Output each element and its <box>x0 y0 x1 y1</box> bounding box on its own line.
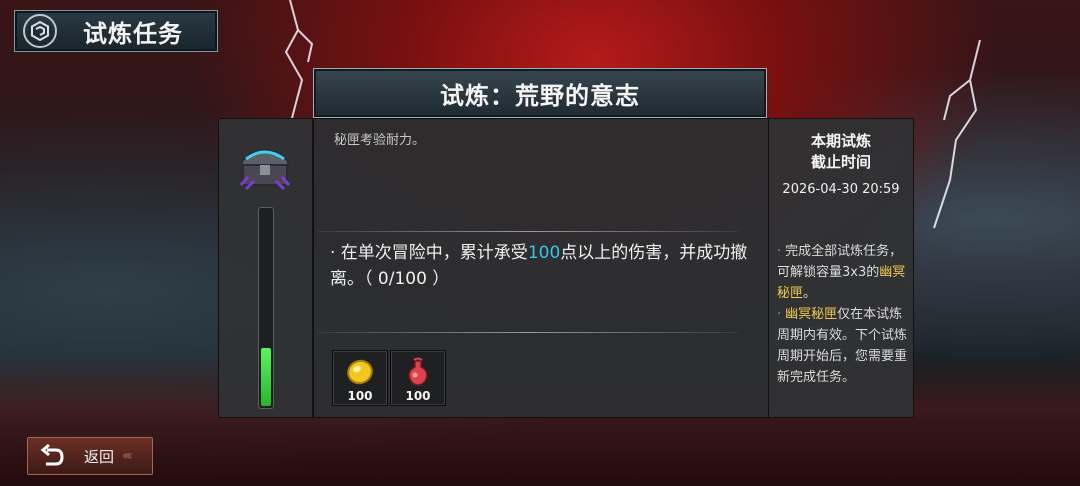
chest-progress-meter <box>258 207 274 409</box>
task-text: · 在单次冒险中，累计承受100点以上的伤害，并成功撤离。（ 0/100 ） <box>330 240 750 292</box>
task-prefix: · 在单次冒险中，累计承受 <box>330 243 528 263</box>
back-button-label: 返回 <box>84 447 115 466</box>
page-title-plate: 试炼任务 <box>14 10 218 52</box>
deadline-title-line1: 本期试炼 <box>810 132 871 150</box>
deadline-notes: · 完成全部试炼任务，可解锁容量3x3的幽冥秘匣。 · 幽冥秘匣仅在本试炼周期内有效… <box>777 241 909 388</box>
deadline-panel: 本期试炼 截止时间 2026-04-30 20:59 · 完成全部试炼任务，可解锁… <box>768 118 914 418</box>
back-button[interactable]: 返回 ‹‹‹ <box>27 437 153 475</box>
red-potion-icon <box>408 357 428 386</box>
chevron-left-icon: ‹‹‹ <box>122 448 133 464</box>
chest-progress-fill <box>261 348 271 406</box>
gold-coin-icon <box>347 359 373 385</box>
note-text-after: 。 <box>803 286 817 301</box>
trial-description: 秘匣考验耐力。 <box>334 133 426 148</box>
reward-slot-gold[interactable]: 100 <box>332 350 388 406</box>
task-progress: （ 0/100 ） <box>364 269 450 289</box>
reward-amount: 100 <box>347 389 373 403</box>
task-damage-value: 100 <box>527 243 561 263</box>
deadline-time: 2026-04-30 20:59 <box>782 182 900 197</box>
divider-top <box>318 231 738 232</box>
reward-amount: 100 <box>405 389 431 403</box>
note-item: · 完成全部试炼任务，可解锁容量3x3的幽冥秘匣。 <box>777 241 909 304</box>
trial-detail-panel: 秘匣考验耐力。 · 在单次冒险中，累计承受100点以上的伤害，并成功撤离。（ 0… <box>313 118 769 418</box>
deadline-title-line2: 截止时间 <box>810 153 871 171</box>
reward-slot-potion[interactable]: 100 <box>390 350 446 406</box>
note-bullet: · <box>777 307 782 322</box>
note-highlight: 幽冥秘匣 <box>785 307 838 322</box>
note-bullet: · <box>777 244 782 259</box>
back-arrow-icon <box>40 443 64 466</box>
note-item: · 幽冥秘匣仅在本试炼周期内有效。下个试炼周期开始后，您需要重新完成任务。 <box>777 304 909 388</box>
treasure-chest-icon <box>239 149 291 191</box>
deadline-title: 本期试炼 截止时间 <box>769 131 913 173</box>
trial-emblem-icon <box>23 14 57 48</box>
trial-title: 试炼：荒野的意志 <box>440 81 640 110</box>
page-title: 试炼任务 <box>83 19 183 48</box>
trial-title-bar: 试炼：荒野的意志 <box>313 68 767 118</box>
divider-bottom <box>318 332 738 333</box>
chest-panel <box>218 118 313 418</box>
